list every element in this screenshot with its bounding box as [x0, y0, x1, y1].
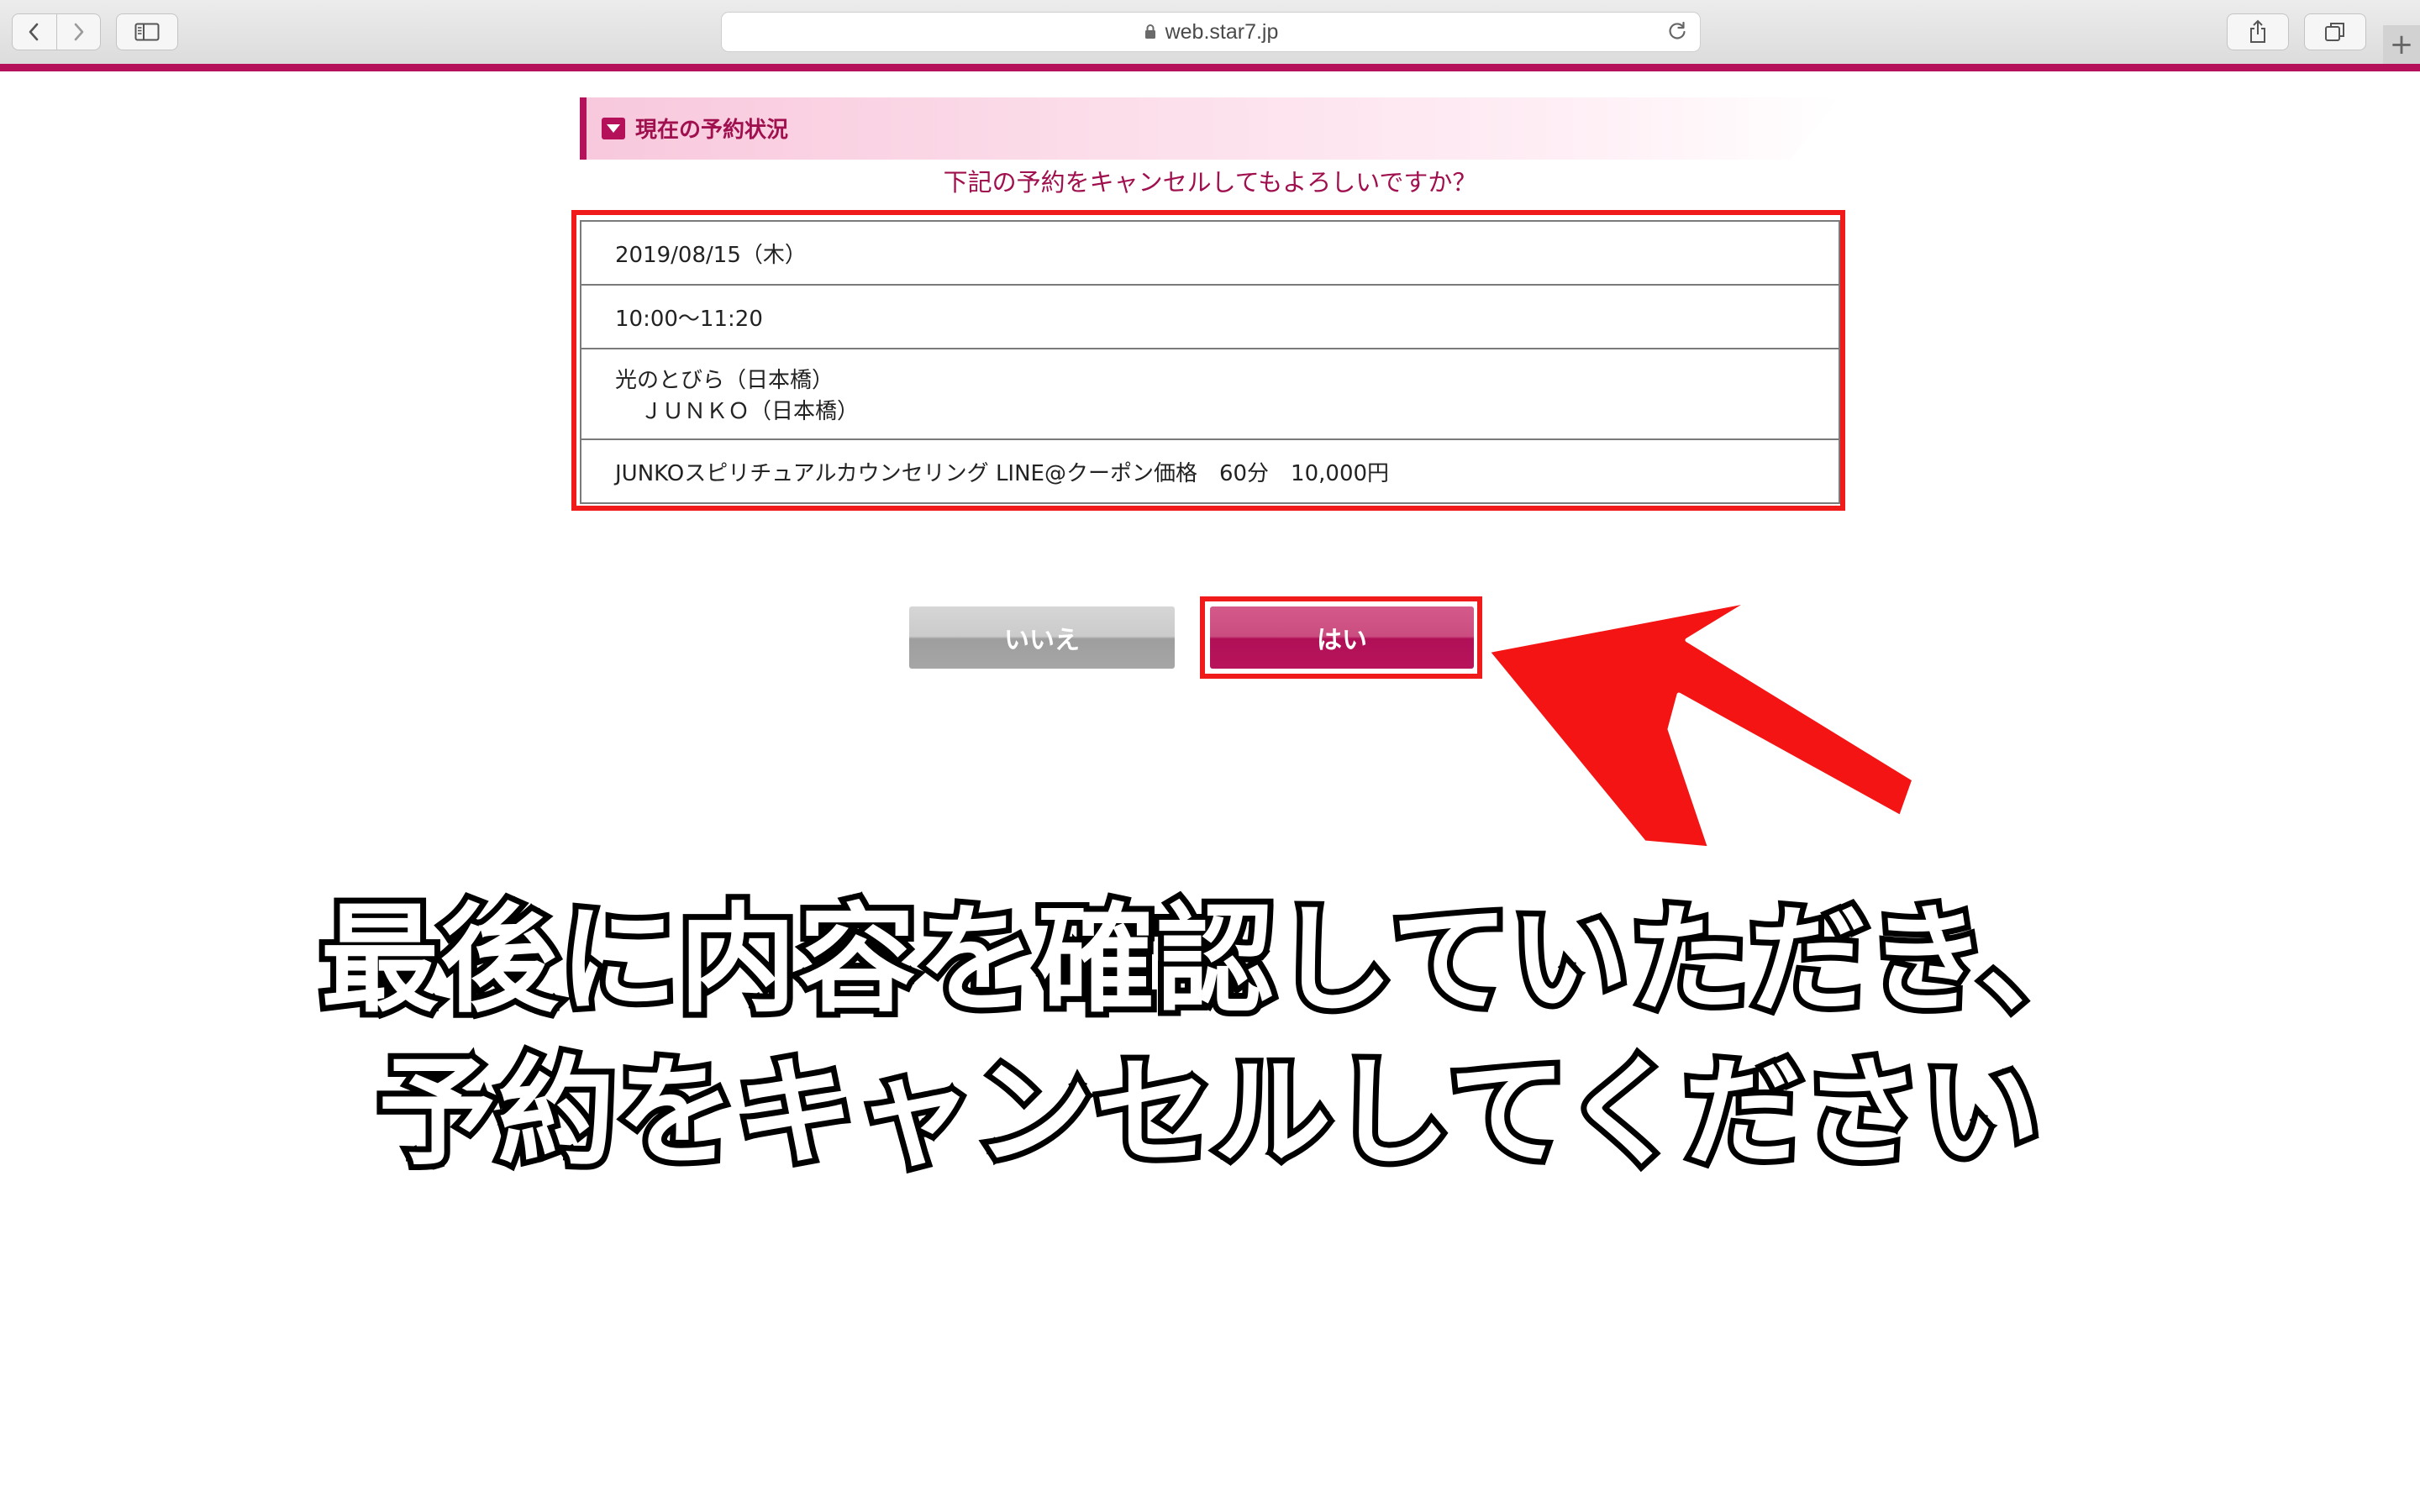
section-stripe — [580, 97, 587, 160]
site-accent-bar — [0, 64, 2420, 71]
reservation-details-table: 2019/08/15（木） 10:00〜11:20 光のとびら（日本橋） ＪＵＮ… — [580, 220, 1840, 504]
reservation-menu: JUNKOスピリチュアルカウンセリング LINE@クーポン価格 60分 10,0… — [581, 438, 1839, 502]
triangle-down-icon — [602, 118, 625, 139]
caption-line-1: 最後に内容を確認していただき、 — [315, 886, 2103, 1035]
nav-button-group — [12, 13, 101, 50]
arrow-icon — [1485, 598, 1917, 851]
confirm-question: 下記の予約をキャンセルしてもよろしいですか？ — [943, 168, 1477, 197]
sidebar-icon — [134, 23, 160, 41]
tabs-overview-button[interactable] — [2304, 13, 2366, 50]
reload-button[interactable] — [1666, 20, 1688, 45]
browser-toolbar: web.star7.jp + — [0, 0, 2420, 65]
no-button[interactable]: いいえ — [909, 606, 1175, 669]
sidebar-button[interactable] — [116, 13, 178, 50]
back-button[interactable] — [13, 14, 56, 50]
address-bar[interactable]: web.star7.jp — [721, 12, 1701, 52]
lock-icon — [1144, 24, 1155, 39]
staff-name: ＪＵＮＫＯ（日本橋） — [640, 399, 860, 424]
share-button[interactable] — [2227, 13, 2289, 50]
tabs-icon — [2325, 23, 2344, 41]
section-title: 現在の予約状況 — [635, 118, 789, 143]
reservation-time: 10:00〜11:20 — [581, 284, 1839, 348]
place-name: 光のとびら（日本橋） — [615, 368, 834, 393]
forward-button[interactable] — [55, 14, 101, 50]
caption-line-2: 予約をキャンセルしてください — [372, 1039, 2046, 1188]
chevron-left-icon — [29, 23, 39, 41]
reservation-date: 2019/08/15（木） — [615, 242, 807, 268]
share-icon — [2250, 19, 2265, 43]
url-text: web.star7.jp — [1165, 19, 1279, 44]
yes-button[interactable]: はい — [1210, 606, 1474, 669]
chevron-right-icon — [74, 23, 84, 41]
section-header: 現在の予約状況 — [580, 97, 1840, 160]
new-tab-button[interactable]: + — [2383, 25, 2420, 64]
reload-icon — [1669, 21, 1686, 39]
plus-icon: + — [2389, 28, 2414, 61]
reservation-place: 光のとびら（日本橋） ＪＵＮＫＯ（日本橋） — [581, 348, 1839, 438]
